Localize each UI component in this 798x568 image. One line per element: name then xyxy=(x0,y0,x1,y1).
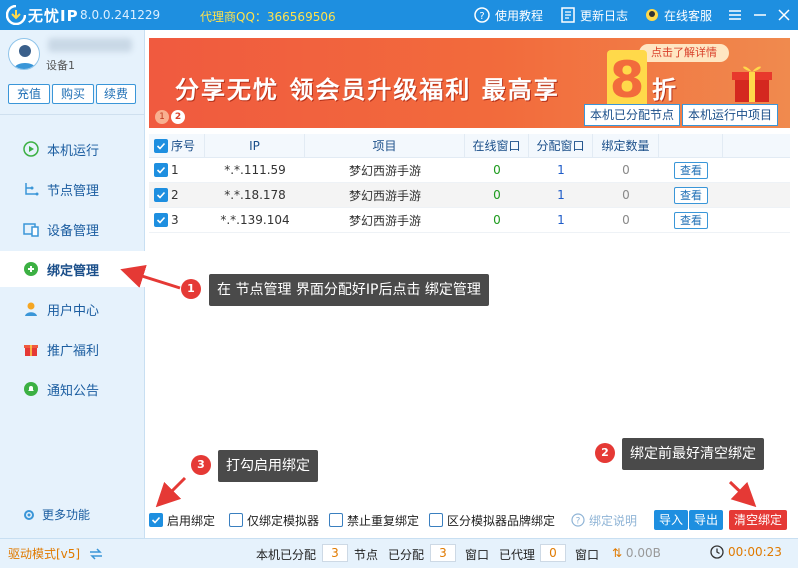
brand-distinguish-checkbox[interactable] xyxy=(429,513,443,527)
uptime: 00:00:23 xyxy=(710,545,782,559)
import-button[interactable]: 导入 xyxy=(654,510,689,530)
annotation-arrow-3 xyxy=(155,476,187,508)
only-emulator-checkbox[interactable] xyxy=(229,513,243,527)
driver-mode: 驱动模式[v5] xyxy=(8,545,104,562)
annotation-tip-2: 绑定前最好清空绑定 xyxy=(622,438,764,470)
node-label: 节点 xyxy=(354,548,379,562)
traffic-value: 0.00B xyxy=(625,546,661,560)
question-icon: ? xyxy=(571,513,585,527)
annotation-badge-1: 1 xyxy=(181,279,201,299)
annotation-tip-3: 打勾启用绑定 xyxy=(218,450,318,482)
assigned2-value: 3 xyxy=(430,544,456,562)
enable-bind-option[interactable]: 启用绑定 xyxy=(149,510,215,530)
binding-help-label: 绑定说明 xyxy=(589,513,638,528)
binding-options-bar: 启用绑定 仅绑定模拟器 禁止重复绑定 区分模拟器品牌绑定 ? 绑定说明 导入 导… xyxy=(149,510,790,532)
switch-icon[interactable] xyxy=(88,547,104,561)
clear-bind-button[interactable]: 清空绑定 xyxy=(729,510,788,530)
annotation-badge-2: 2 xyxy=(595,443,615,463)
traffic-speed: ⇅ 0.00B xyxy=(612,546,661,560)
window2-label: 窗口 xyxy=(575,548,600,562)
proxy-label: 已代理 xyxy=(499,548,536,562)
status-bar: 驱动模式[v5] 本机已分配 3 节点 已分配 3 窗口 已代理 0 窗口 ⇅ … xyxy=(0,538,798,568)
brand-distinguish-label: 区分模拟器品牌绑定 xyxy=(447,513,556,528)
driver-mode-label: 驱动模式[v5] xyxy=(8,547,81,561)
enable-bind-checkbox[interactable] xyxy=(149,513,163,527)
annotation-badge-3: 3 xyxy=(191,455,211,475)
no-repeat-option[interactable]: 禁止重复绑定 xyxy=(329,510,419,530)
annotation-arrow-2 xyxy=(728,480,757,508)
proxy-value: 0 xyxy=(540,544,566,562)
no-repeat-checkbox[interactable] xyxy=(329,513,343,527)
annotation-tip-1: 在 节点管理 界面分配好IP后点击 绑定管理 xyxy=(209,274,489,306)
brand-distinguish-option[interactable]: 区分模拟器品牌绑定 xyxy=(429,510,555,530)
svg-text:?: ? xyxy=(576,517,581,527)
assigned-label: 本机已分配 xyxy=(256,548,317,562)
window-label: 窗口 xyxy=(465,548,490,562)
assigned2-label: 已分配 xyxy=(388,548,425,562)
uptime-value: 00:00:23 xyxy=(728,545,782,559)
only-emulator-label: 仅绑定模拟器 xyxy=(247,513,320,528)
only-emulator-option[interactable]: 仅绑定模拟器 xyxy=(229,510,319,530)
no-repeat-label: 禁止重复绑定 xyxy=(347,513,420,528)
binding-help-link[interactable]: ? 绑定说明 xyxy=(571,510,637,530)
export-button[interactable]: 导出 xyxy=(689,510,724,530)
clock-icon xyxy=(710,545,724,559)
enable-bind-label: 启用绑定 xyxy=(167,513,216,528)
annotation-arrow-1 xyxy=(120,264,181,290)
traffic-icon: ⇅ xyxy=(612,546,623,560)
assigned-value: 3 xyxy=(322,544,348,562)
